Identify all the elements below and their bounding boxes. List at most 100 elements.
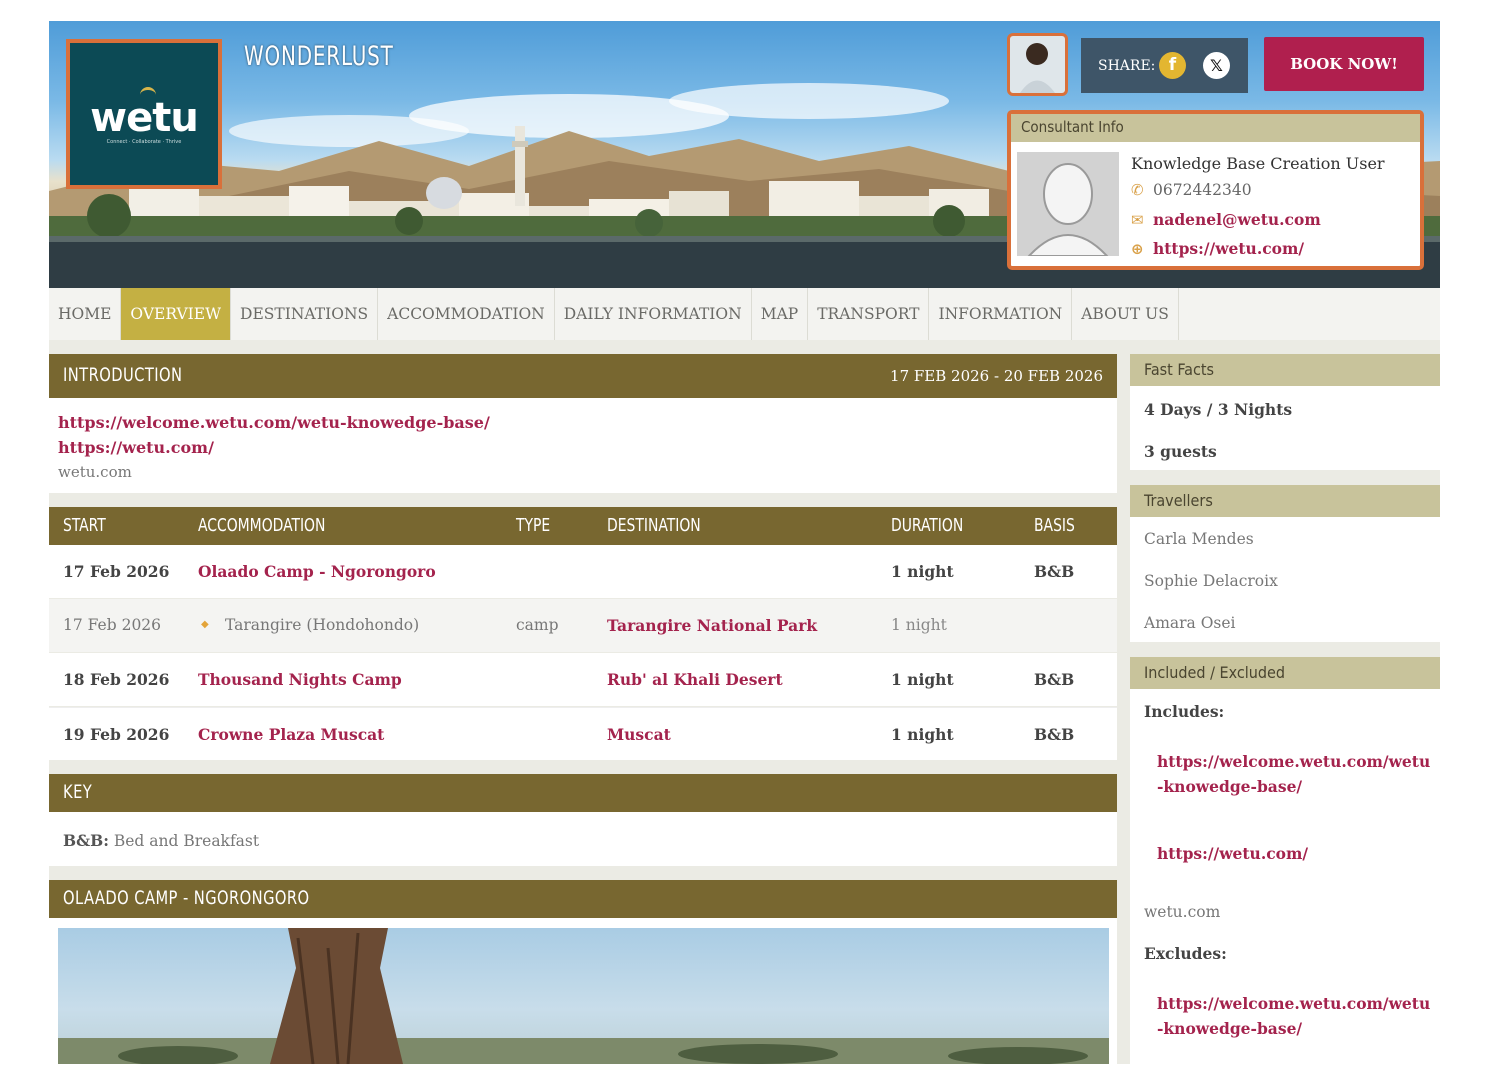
table-row: 17 Feb 2026 Olaado Camp - Ngorongoro 1 n… <box>49 545 1117 598</box>
consultant-website-row[interactable]: ⊕ https://wetu.com/ <box>1131 239 1304 261</box>
book-now-button[interactable]: BOOK NOW! <box>1264 37 1424 91</box>
fast-facts-body: 4 Days / 3 Nights 3 guests <box>1130 386 1440 470</box>
camp-section-header: OLAADO CAMP - NGORONGORO <box>49 880 1117 918</box>
intro-link-wetu[interactable]: https://wetu.com/ <box>58 435 1108 460</box>
consultant-info-card: Consultant Info Knowledge Base Creation … <box>1007 110 1424 270</box>
consultant-email-row[interactable]: ✉ nadenel@wetu.com <box>1131 210 1321 232</box>
itinerary-table-header: START ACCOMMODATION TYPE DESTINATION DUR… <box>49 507 1117 545</box>
row-duration: 1 night <box>891 670 954 689</box>
includes-text: wetu.com <box>1144 903 1221 921</box>
nav-destinations[interactable]: DESTINATIONS <box>231 288 379 340</box>
consultant-website-link[interactable]: https://wetu.com/ <box>1153 239 1304 258</box>
fast-facts-heading: Fast Facts <box>1130 354 1440 386</box>
traveller-name: Carla Mendes <box>1144 530 1254 548</box>
excludes-label: Excludes: <box>1144 944 1227 963</box>
baobab-tree-image <box>58 928 1109 1064</box>
row-start: 17 Feb 2026 <box>63 616 162 634</box>
key-body: B&B: Bed and Breakfast <box>49 812 1117 866</box>
key-header: KEY <box>49 774 1117 812</box>
included-excluded-heading: Included / Excluded <box>1130 657 1440 689</box>
row-destination-link[interactable]: Rub' al Khali Desert <box>607 670 783 689</box>
row-duration: 1 night <box>891 725 954 744</box>
consultant-email-link[interactable]: nadenel@wetu.com <box>1153 210 1321 229</box>
includes-link-knowledge-base[interactable]: https://welcome.wetu.com/wetu <box>1157 752 1430 771</box>
included-excluded-body: Includes: https://welcome.wetu.com/wetu … <box>1130 689 1440 1064</box>
row-destination-link[interactable]: Muscat <box>607 725 671 744</box>
hero-banner: wetu Connect · Collaborate · Thrive WOND… <box>49 21 1440 288</box>
row-start: 19 Feb 2026 <box>63 725 170 744</box>
introduction-header: INTRODUCTION 17 FEB 2026 - 20 FEB 2026 <box>49 354 1117 398</box>
col-destination: DESTINATION <box>607 515 701 536</box>
nav-about-us[interactable]: ABOUT US <box>1072 288 1179 340</box>
nav-accommodation[interactable]: ACCOMMODATION <box>378 288 555 340</box>
intro-link-knowledge-base[interactable]: https://welcome.wetu.com/wetu-knowedge-b… <box>58 410 1108 435</box>
camp-photo <box>58 928 1109 1064</box>
nav-home[interactable]: HOME <box>49 288 122 340</box>
main-nav: HOME OVERVIEW DESTINATIONS ACCOMMODATION… <box>49 288 1440 340</box>
row-basis: B&B <box>1034 725 1075 744</box>
row-destination-link[interactable]: Tarangire National Park <box>607 616 817 635</box>
nav-information[interactable]: INFORMATION <box>929 288 1073 340</box>
person-silhouette-icon <box>1017 152 1119 256</box>
x-twitter-icon[interactable]: 𝕏 <box>1203 52 1230 79</box>
includes-link-knowledge-base-cont[interactable]: -knowedge-base/ <box>1157 777 1302 796</box>
col-duration: DURATION <box>891 515 964 536</box>
facebook-icon[interactable]: f <box>1159 52 1186 79</box>
introduction-title: INTRODUCTION <box>63 364 183 386</box>
phone-icon: ✆ <box>1131 181 1144 199</box>
col-accommodation: ACCOMMODATION <box>198 515 326 536</box>
consultant-info-heading: Consultant Info <box>1011 114 1420 142</box>
consultant-phone-row: ✆ 0672442340 <box>1131 181 1252 203</box>
row-accommodation-link[interactable]: Thousand Nights Camp <box>198 670 402 689</box>
nav-daily-information[interactable]: DAILY INFORMATION <box>555 288 752 340</box>
itinerary-page: wetu Connect · Collaborate · Thrive WOND… <box>49 21 1440 1064</box>
consultant-name: Knowledge Base Creation User <box>1131 154 1385 173</box>
share-label: SHARE: <box>1098 58 1156 74</box>
nav-map[interactable]: MAP <box>752 288 809 340</box>
introduction-body: https://welcome.wetu.com/wetu-knowedge-b… <box>49 398 1117 493</box>
logo-tagline: Connect · Collaborate · Thrive <box>106 139 182 145</box>
logo-arc-icon <box>140 87 156 95</box>
row-duration: 1 night <box>891 562 954 581</box>
camp-section-title: OLAADO CAMP - NGORONGORO <box>63 887 310 909</box>
trip-date-range: 17 FEB 2026 - 20 FEB 2026 <box>890 367 1103 385</box>
row-type: camp <box>516 616 559 634</box>
col-start: START <box>63 515 106 536</box>
table-row: 17 Feb 2026 ◆ Tarangire (Hondohondo) cam… <box>49 599 1117 652</box>
travellers-heading: Travellers <box>1130 485 1440 517</box>
travellers-body: Carla Mendes Sophie Delacroix Amara Osei <box>1130 517 1440 642</box>
row-basis: B&B <box>1034 670 1075 689</box>
brand-title: WONDERLUST <box>244 41 394 72</box>
row-accommodation-link[interactable]: Olaado Camp - Ngorongoro <box>198 562 436 581</box>
consultant-phone: 0672442340 <box>1153 181 1252 199</box>
key-meaning: Bed and Breakfast <box>113 832 260 850</box>
nav-transport[interactable]: TRANSPORT <box>808 288 930 340</box>
col-type: TYPE <box>516 515 551 536</box>
row-duration: 1 night <box>891 616 947 634</box>
traveller-name: Amara Osei <box>1144 614 1236 632</box>
guest-count: 3 guests <box>1144 442 1217 461</box>
key-title: KEY <box>63 781 93 803</box>
row-accommodation-link[interactable]: Crowne Plaza Muscat <box>198 725 384 744</box>
row-start: 17 Feb 2026 <box>63 562 170 581</box>
trip-duration: 4 Days / 3 Nights <box>1144 400 1293 419</box>
logo-text: wetu <box>90 95 199 141</box>
wetu-logo[interactable]: wetu Connect · Collaborate · Thrive <box>66 39 222 189</box>
key-abbr: B&B: <box>63 831 109 850</box>
row-accommodation: Tarangire (Hondohondo) <box>225 616 420 634</box>
nav-overview[interactable]: OVERVIEW <box>121 288 232 340</box>
col-basis: BASIS <box>1034 515 1075 536</box>
bullet-icon: ◆ <box>201 619 209 630</box>
traveller-name: Sophie Delacroix <box>1144 572 1278 590</box>
table-row: 19 Feb 2026 Crowne Plaza Muscat Muscat 1… <box>49 707 1117 760</box>
includes-label: Includes: <box>1144 702 1225 721</box>
excludes-link-knowledge-base-cont[interactable]: -knowedge-base/ <box>1157 1019 1302 1038</box>
includes-link-wetu[interactable]: https://wetu.com/ <box>1157 844 1308 863</box>
table-row: 18 Feb 2026 Thousand Nights Camp Rub' al… <box>49 653 1117 706</box>
consultant-avatar-button[interactable] <box>1007 33 1068 96</box>
row-start: 18 Feb 2026 <box>63 670 170 689</box>
intro-text: wetu.com <box>58 463 132 481</box>
consultant-photo <box>1017 152 1119 256</box>
avatar-icon <box>1020 43 1055 93</box>
excludes-link-knowledge-base[interactable]: https://welcome.wetu.com/wetu <box>1157 994 1430 1013</box>
